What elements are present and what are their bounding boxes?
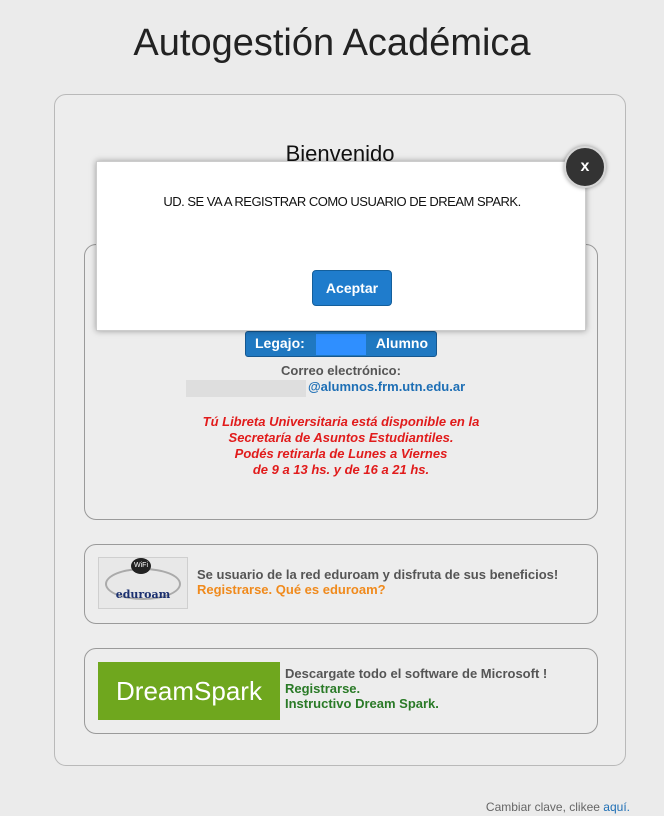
eduroam-register-link[interactable]: Registrarse.	[197, 582, 272, 597]
eduroam-promo: WiFi eduroam Se usuario de la red eduroa…	[84, 544, 598, 624]
legajo-label: Legajo:	[255, 335, 305, 351]
eduroam-logo: WiFi eduroam	[98, 557, 188, 609]
change-password-link[interactable]: aquí.	[603, 800, 630, 814]
dreamspark-promo: DreamSpark Descargate todo el software d…	[84, 648, 598, 734]
libreta-notice: Tú Libreta Universitaria está disponible…	[84, 414, 598, 478]
notice-line: Secretaría de Asuntos Estudiantiles.	[228, 430, 454, 445]
notice-line: de 9 a 13 hs. y de 16 a 21 hs.	[252, 462, 430, 477]
close-icon[interactable]: x	[564, 146, 606, 188]
wifi-icon: WiFi	[131, 558, 151, 574]
dreamspark-logo[interactable]: DreamSpark	[98, 662, 280, 720]
eduroam-info-link[interactable]: Qué es eduroam?	[276, 582, 386, 597]
dreamspark-text: Descargate todo el software de Microsoft…	[285, 666, 548, 681]
notice-line: Podés retirarla de Lunes a Viernes	[234, 446, 448, 461]
dreamspark-guide-link[interactable]: Instructivo Dream Spark.	[285, 696, 439, 711]
dreamspark-modal: UD. SE VA A REGISTRAR COMO USUARIO DE DR…	[96, 161, 586, 331]
accept-button[interactable]: Aceptar	[312, 270, 392, 306]
legajo-value-redacted	[316, 334, 366, 355]
email-domain: @alumnos.frm.utn.edu.ar	[308, 379, 466, 394]
eduroam-text-block: Se usuario de la red eduroam y disfruta …	[197, 567, 587, 597]
modal-message: UD. SE VA A REGISTRAR COMO USUARIO DE DR…	[163, 194, 521, 209]
email-user-redacted	[186, 380, 306, 397]
change-password-text: Cambiar clave, clikee	[485, 800, 600, 814]
role-label: Alumno	[375, 335, 428, 351]
dreamspark-register-link[interactable]: Registrarse.	[285, 681, 360, 696]
email-label: Correo electrónico:	[281, 363, 401, 378]
legajo-bar: Legajo: Alumno	[245, 331, 437, 357]
notice-line: Tú Libreta Universitaria está disponible…	[202, 414, 480, 429]
dreamspark-text-block: Descargate todo el software de Microsoft…	[285, 666, 590, 711]
eduroam-text: Se usuario de la red eduroam y disfruta …	[197, 567, 559, 582]
change-password-note: Cambiar clave, clikee aquí.	[486, 800, 630, 814]
eduroam-wordmark: eduroam	[115, 588, 171, 601]
page-title: Autogestión Académica	[133, 22, 531, 64]
